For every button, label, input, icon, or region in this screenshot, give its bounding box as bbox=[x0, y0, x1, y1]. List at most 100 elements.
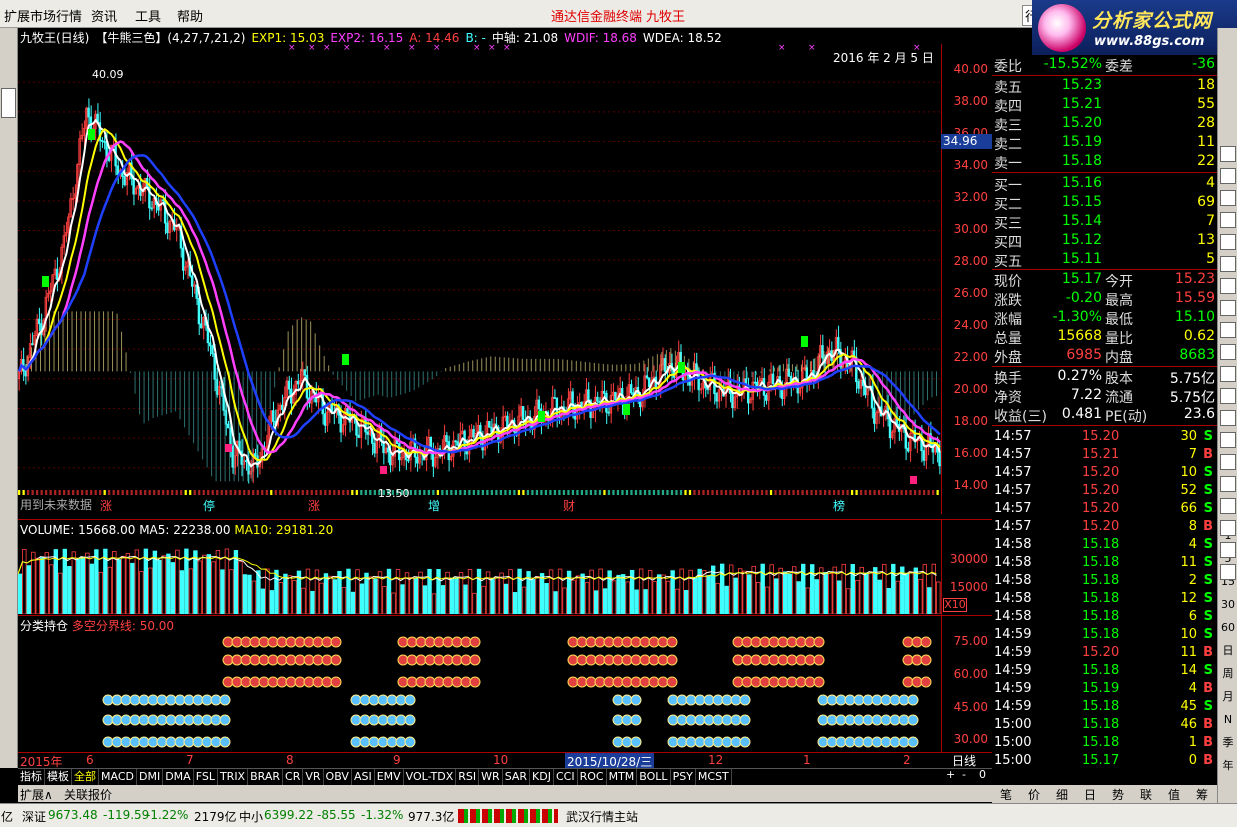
candle bbox=[211, 345, 214, 355]
quote-tab[interactable]: 笔 bbox=[1000, 786, 1012, 803]
quote-tab[interactable]: 势 bbox=[1112, 786, 1124, 803]
zx-label[interactable]: 中小 bbox=[239, 808, 263, 825]
indicator-tab-0[interactable]: 指标 bbox=[18, 769, 45, 785]
indicator-tab-12[interactable]: ASI bbox=[352, 769, 375, 785]
menu-item-help[interactable]: 帮助 bbox=[177, 6, 203, 25]
quote-tab[interactable]: 筹 bbox=[1196, 786, 1208, 803]
tool-icon[interactable] bbox=[1220, 234, 1236, 250]
indicator-tab-22[interactable]: BOLL bbox=[637, 769, 671, 785]
tick-time: 14:58 bbox=[994, 609, 1032, 624]
tick-side: B bbox=[1203, 735, 1213, 750]
indicator-tab-20[interactable]: ROC bbox=[578, 769, 607, 785]
volume-bar bbox=[409, 577, 414, 614]
sz-label[interactable]: 深证 bbox=[22, 808, 46, 825]
menu-item-news[interactable]: 资讯 bbox=[91, 6, 117, 25]
formula-name[interactable]: 【牛熊三色】(4,27,7,21,2) bbox=[95, 31, 245, 45]
tool-icon[interactable] bbox=[1220, 564, 1236, 580]
indicator-tab-18[interactable]: KDJ bbox=[530, 769, 554, 785]
scroll-handle[interactable] bbox=[1, 88, 16, 118]
period-button[interactable]: 季 bbox=[1220, 735, 1236, 751]
zoom-out-button[interactable]: - bbox=[962, 768, 966, 781]
zoom-reset-button[interactable]: 0 bbox=[979, 768, 986, 781]
tick-side: S bbox=[1203, 609, 1213, 624]
tab-extended[interactable]: 扩展∧ bbox=[20, 786, 53, 803]
tool-icon[interactable] bbox=[1220, 498, 1236, 514]
kline-chart[interactable]: 涨 停 涨 增 财 榜 40.09 13.50 × × × × × × × × × × × × × bbox=[18, 44, 941, 514]
indicator-chart[interactable] bbox=[18, 632, 941, 752]
tool-icon[interactable] bbox=[1220, 410, 1236, 426]
signal-strip bbox=[135, 490, 138, 495]
indicator-tab-6[interactable]: FSL bbox=[194, 769, 218, 785]
tool-icon[interactable] bbox=[1220, 212, 1236, 228]
quote-tab[interactable]: 日 bbox=[1084, 786, 1096, 803]
indicator-tab-10[interactable]: VR bbox=[303, 769, 324, 785]
indicator-tab-19[interactable]: CCI bbox=[554, 769, 578, 785]
wdif-value: WDIF: 18.68 bbox=[564, 31, 637, 45]
tool-icon[interactable] bbox=[1220, 388, 1236, 404]
indicator-tab-14[interactable]: VOL-TDX bbox=[404, 769, 457, 785]
indicator-tab-1[interactable]: 模板 bbox=[45, 769, 72, 785]
tick-volume: 4 bbox=[1188, 681, 1197, 696]
tool-icon[interactable] bbox=[1220, 344, 1236, 360]
period-button[interactable]: 60 bbox=[1220, 620, 1236, 636]
period-button[interactable]: 年 bbox=[1220, 758, 1236, 774]
tool-icon[interactable] bbox=[1220, 146, 1236, 162]
menu-item-tools[interactable]: 工具 bbox=[135, 6, 161, 25]
quote-tab[interactable]: 联 bbox=[1140, 786, 1152, 803]
tick-time: 14:57 bbox=[994, 501, 1032, 516]
tool-icon[interactable] bbox=[1220, 300, 1236, 316]
tool-icon[interactable] bbox=[1220, 322, 1236, 338]
tool-icon[interactable] bbox=[1220, 278, 1236, 294]
period-button[interactable]: 周 bbox=[1220, 666, 1236, 682]
period-button[interactable]: N bbox=[1220, 712, 1236, 728]
indicator-tab-9[interactable]: CR bbox=[283, 769, 304, 785]
quote-label: 现价 bbox=[994, 274, 1022, 290]
volume-chart[interactable] bbox=[18, 538, 941, 614]
tool-icon[interactable] bbox=[1220, 476, 1236, 492]
volume-bar bbox=[918, 578, 923, 614]
signal-strip bbox=[531, 490, 534, 495]
tool-icon[interactable] bbox=[1220, 520, 1236, 536]
quote-tab[interactable]: 值 bbox=[1168, 786, 1180, 803]
indicator-tab-5[interactable]: DMA bbox=[163, 769, 194, 785]
menu-item-extended-market[interactable]: 扩展市场行情 bbox=[4, 6, 82, 25]
volume-bar bbox=[166, 553, 171, 614]
tool-icon[interactable] bbox=[1220, 542, 1236, 558]
server-site[interactable]: 武汉行情主站 bbox=[566, 808, 638, 825]
quote-tab[interactable]: 细 bbox=[1056, 786, 1068, 803]
signal-strip bbox=[207, 490, 210, 495]
indicator-tab-13[interactable]: EMV bbox=[375, 769, 404, 785]
indicator-tab-24[interactable]: MCST bbox=[696, 769, 732, 785]
volume-bar bbox=[837, 580, 842, 614]
indicator-tab-8[interactable]: BRAR bbox=[248, 769, 284, 785]
indicator-tab-21[interactable]: MTM bbox=[607, 769, 638, 785]
tool-icon[interactable] bbox=[1220, 432, 1236, 448]
period-button[interactable]: 日 bbox=[1220, 643, 1236, 659]
quote-tab[interactable]: 价 bbox=[1028, 786, 1040, 803]
tool-icon[interactable] bbox=[1220, 256, 1236, 272]
indicator-tab-2[interactable]: 全部 bbox=[72, 769, 99, 785]
indicator-tab-4[interactable]: DMI bbox=[137, 769, 164, 785]
period-label[interactable]: 日线 bbox=[952, 752, 976, 769]
period-button[interactable]: 月 bbox=[1220, 689, 1236, 705]
period-button[interactable]: 30 bbox=[1220, 597, 1236, 613]
signal-strip bbox=[594, 490, 597, 495]
indicator-tab-3[interactable]: MACD bbox=[99, 769, 137, 785]
tab-related-quotes[interactable]: 关联报价 bbox=[64, 786, 112, 803]
tool-icon[interactable] bbox=[1220, 168, 1236, 184]
indicator-tab-16[interactable]: WR bbox=[479, 769, 503, 785]
volume-unit: X10 bbox=[943, 598, 967, 612]
indicator-tab-15[interactable]: RSI bbox=[456, 769, 480, 785]
indicator-tab-11[interactable]: OBV bbox=[324, 769, 352, 785]
signal-strip bbox=[616, 490, 620, 495]
indicator-tab-7[interactable]: TRIX bbox=[218, 769, 249, 785]
tool-icon[interactable] bbox=[1220, 454, 1236, 470]
indicator-tab-17[interactable]: SAR bbox=[503, 769, 531, 785]
tick-time: 14:57 bbox=[994, 483, 1032, 498]
volume-bar bbox=[256, 570, 261, 614]
zoom-in-button[interactable]: + bbox=[946, 768, 955, 781]
low-label: 13.50 bbox=[378, 487, 410, 500]
tool-icon[interactable] bbox=[1220, 366, 1236, 382]
tool-icon[interactable] bbox=[1220, 190, 1236, 206]
indicator-tab-23[interactable]: PSY bbox=[671, 769, 696, 785]
